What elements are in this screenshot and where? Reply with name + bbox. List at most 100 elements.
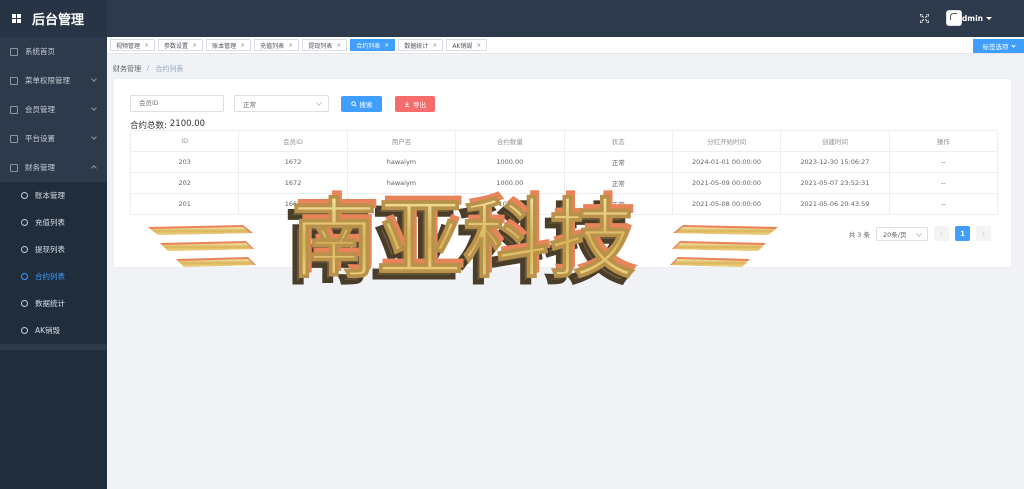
tab-options-button[interactable]: 标签选项: [973, 39, 1024, 53]
column-header-quantity: 合约数量: [456, 131, 565, 152]
circle-icon: [21, 219, 28, 226]
sidebar-subitem-label: AK销毁: [35, 326, 61, 335]
settings-icon: [10, 134, 18, 143]
search-button[interactable]: 搜索: [341, 96, 382, 112]
tag-label: 提现列表: [308, 42, 333, 50]
table-row: 202 1672 hawaiym 1000.00 正常 2021-05-09 0…: [131, 173, 998, 194]
sidebar-item-label: 财务管理: [25, 163, 55, 172]
close-icon[interactable]: ×: [476, 42, 481, 49]
table-cell: 1672: [239, 173, 348, 194]
content-card: 正常 搜索 导出 合约总数: 2100.00 ID 会员ID 用户名 合约数量 …: [113, 78, 1012, 268]
sidebar-subitem-withdraw[interactable]: 提现列表: [0, 236, 107, 263]
sidebar-subitem-statistics[interactable]: 数据统计: [0, 290, 107, 317]
table-cell: hawaiym: [347, 152, 457, 173]
table-cell: --: [889, 152, 998, 173]
circle-icon: [21, 246, 28, 253]
sidebar-item-label: 系统首页: [25, 47, 55, 56]
close-icon[interactable]: ×: [336, 42, 341, 49]
breadcrumb-separator: /: [147, 64, 150, 72]
fullscreen-icon[interactable]: [920, 14, 929, 23]
circle-icon: [21, 192, 28, 199]
close-icon[interactable]: ×: [144, 42, 149, 49]
sidebar-subitem-label: 合约列表: [35, 272, 65, 281]
sidebar-menu: 系统首页 菜单权限管理 会员管理 平台设置 财务管理 账本管理 充值列表 提现列…: [0, 37, 107, 344]
sidebar-item-label: 菜单权限管理: [25, 76, 70, 85]
tag-statistics[interactable]: 数据统计 ×: [398, 39, 444, 51]
search-button-label: 搜索: [359, 101, 373, 109]
grid-icon[interactable]: [12, 14, 21, 23]
tag-label: 合约列表: [356, 42, 381, 50]
close-icon[interactable]: ×: [384, 42, 389, 49]
sidebar-item-menu-permissions[interactable]: 菜单权限管理: [0, 66, 107, 95]
chevron-down-icon: [1010, 42, 1016, 48]
table-cell: 2021-05-09 00:00:00: [672, 173, 782, 194]
close-icon[interactable]: ×: [432, 42, 437, 49]
tag-video-management[interactable]: 视频管理 ×: [110, 39, 156, 51]
tag-parameter-settings[interactable]: 参数设置 ×: [158, 39, 204, 51]
close-icon[interactable]: ×: [240, 42, 245, 49]
user-name[interactable]: admin: [957, 14, 983, 23]
sidebar-item-label: 平台设置: [25, 134, 55, 143]
top-header: admin: [107, 0, 1024, 37]
column-header-created: 创建时间: [781, 131, 890, 152]
close-icon[interactable]: ×: [288, 42, 293, 49]
tag-contracts[interactable]: 合约列表 ×: [350, 39, 396, 51]
tag-recharge[interactable]: 充值列表 ×: [254, 39, 300, 51]
sidebar-subitem-recharge[interactable]: 充值列表: [0, 209, 107, 236]
next-page-button[interactable]: ›: [976, 226, 991, 241]
table-cell: 100.00: [456, 194, 565, 215]
sidebar-item-label: 会员管理: [25, 105, 55, 114]
circle-icon: [21, 300, 28, 307]
menu-icon: [10, 76, 18, 85]
member-id-input[interactable]: [130, 95, 224, 112]
table-cell: 2021-05-07 23:52:31: [781, 173, 890, 194]
table-row: 203 1672 hawaiym 1000.00 正常 2024-01-01 0…: [131, 152, 998, 173]
circle-icon: [21, 327, 28, 334]
export-button-label: 导出: [413, 101, 426, 109]
status-select-value: 正常: [243, 100, 256, 109]
caret-down-icon[interactable]: [986, 17, 992, 20]
table-cell: 203: [131, 152, 240, 173]
sidebar-subitem-ledger[interactable]: 账本管理: [0, 182, 107, 209]
sidebar-subitem-contracts[interactable]: 合约列表: [0, 263, 107, 290]
sidebar-item-finance[interactable]: 财务管理: [0, 153, 107, 182]
home-icon: [10, 47, 18, 56]
sidebar-item-members[interactable]: 会员管理: [0, 95, 107, 124]
brand: 后台管理: [0, 0, 107, 37]
tag-label: AK销毁: [452, 42, 473, 50]
column-header-id: ID: [131, 131, 240, 152]
sidebar: 后台管理 系统首页 菜单权限管理 会员管理 平台设置 财务管理 账本管理 充值列…: [0, 0, 107, 489]
tag-ledger[interactable]: 账本管理 ×: [206, 39, 252, 51]
prev-page-button[interactable]: ‹: [934, 226, 949, 241]
table-cell: 2023-12-30 15:06:27: [781, 152, 890, 173]
sidebar-subitem-ak-burn[interactable]: AK销毁: [0, 317, 107, 344]
breadcrumb-current: 合约列表: [155, 65, 184, 73]
close-icon[interactable]: ×: [192, 42, 197, 49]
table-cell: hawaiym: [347, 173, 457, 194]
table-cell: 1000.00: [456, 173, 565, 194]
page-size-select[interactable]: 20条/页: [876, 226, 928, 241]
breadcrumb-finance[interactable]: 财务管理: [113, 64, 141, 74]
pagination: 共 3 条 20条/页 ‹ 1 ›: [849, 226, 991, 241]
contracts-table: ID 会员ID 用户名 合约数量 状态 分红开始时间 创建时间 操作 203 1…: [130, 130, 998, 215]
table-cell: 1669: [239, 194, 348, 215]
sidebar-item-platform-settings[interactable]: 平台设置: [0, 124, 107, 153]
table-cell: --: [889, 194, 998, 215]
status-select[interactable]: 正常: [234, 95, 329, 112]
tag-label: 数据统计: [404, 42, 429, 50]
tag-withdraw[interactable]: 提现列表 ×: [302, 39, 348, 51]
tag-list: 视频管理 × 参数设置 × 账本管理 × 充值列表 × 提现列表 × 合约列表 × 数据统计…: [110, 39, 488, 51]
sidebar-item-home[interactable]: 系统首页: [0, 37, 107, 66]
tag-label: 账本管理: [212, 42, 237, 50]
tag-ak-burn[interactable]: AK销毁 ×: [446, 39, 488, 51]
table-cell: 2021-05-06 20:43:59: [781, 194, 890, 215]
app-title: 后台管理: [32, 13, 85, 28]
column-header-actions: 操作: [889, 131, 998, 152]
page-number-current[interactable]: 1: [955, 226, 970, 241]
user-icon: [10, 105, 18, 114]
table-cell: 2021-05-08 00:00:00: [672, 194, 782, 215]
page-size-value: 20条/页: [883, 230, 907, 239]
export-button[interactable]: 导出: [395, 96, 435, 112]
table-cell: 1: [347, 194, 457, 215]
table-header-row: ID 会员ID 用户名 合约数量 状态 分红开始时间 创建时间 操作: [131, 131, 998, 152]
